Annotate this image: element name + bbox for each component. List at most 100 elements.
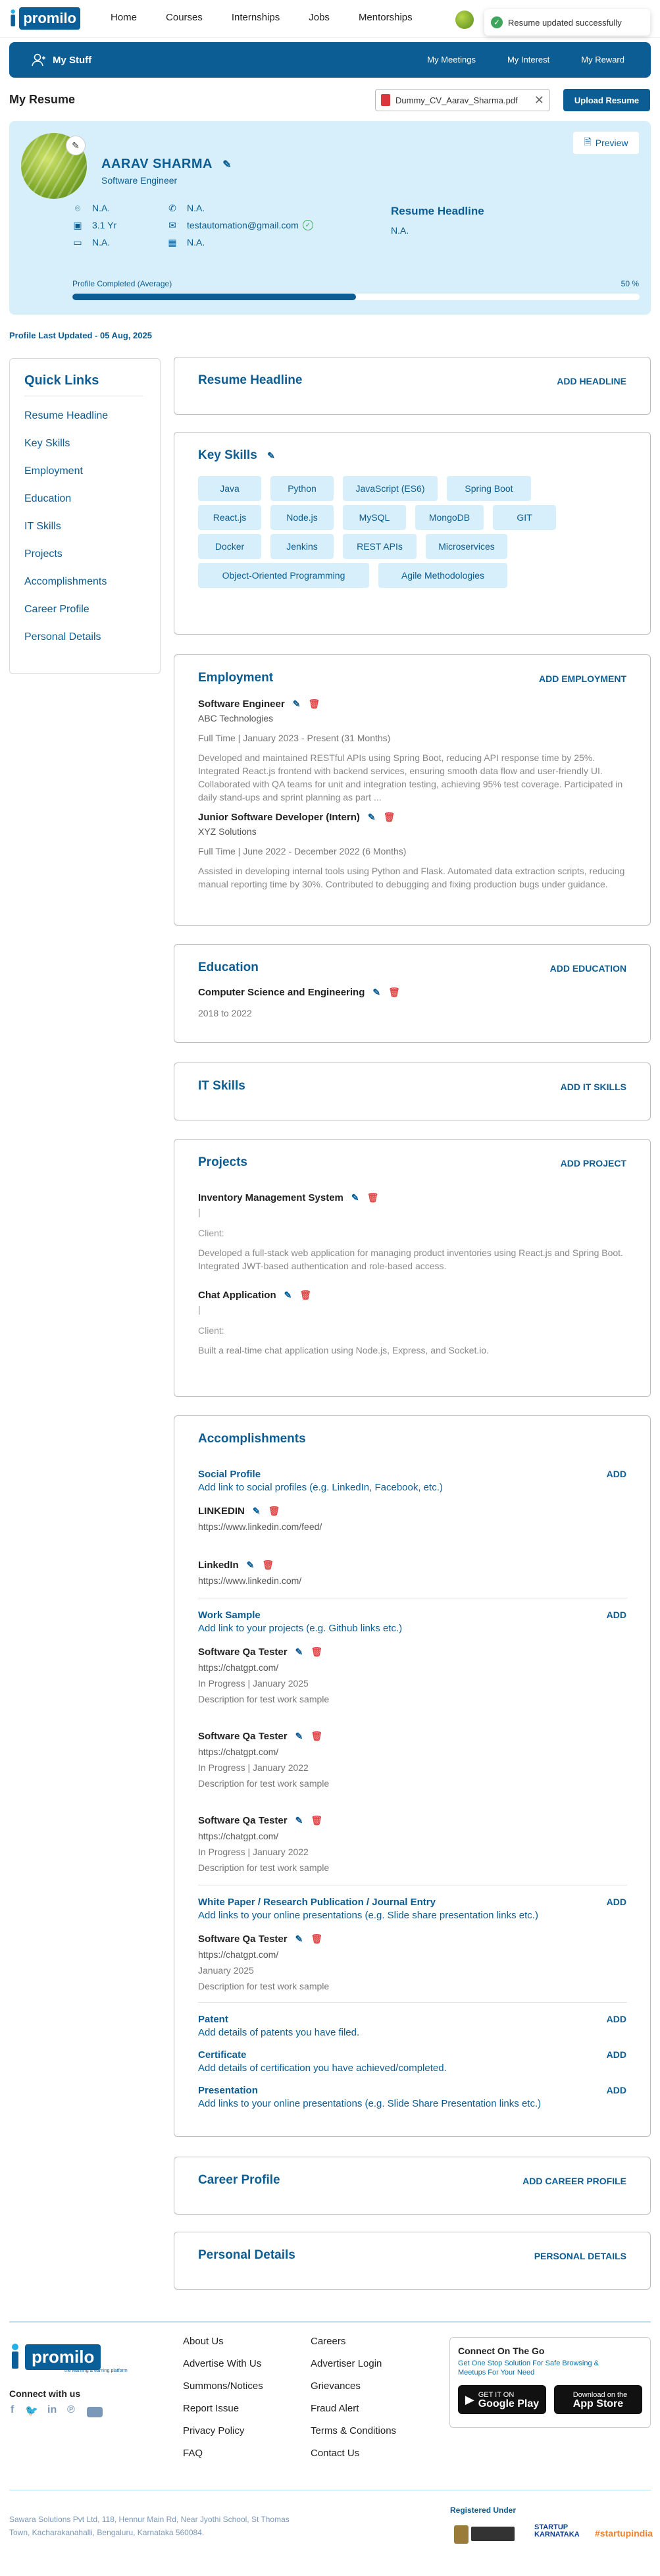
delete-icon[interactable]: 🗑 xyxy=(367,1192,379,1203)
edit-icon[interactable]: ✎ xyxy=(295,1815,303,1826)
work-sample-url[interactable]: https://chatgpt.com/ xyxy=(198,1662,278,1673)
white-paper-url[interactable]: https://chatgpt.com/ xyxy=(198,1949,278,1960)
white-paper-hint: Add links to your online presentations (… xyxy=(198,1910,538,1921)
edit-icon[interactable]: ✎ xyxy=(293,698,301,710)
startupindia-logo: #startupindia xyxy=(595,2528,653,2538)
delete-icon[interactable]: 🗑 xyxy=(311,1815,322,1826)
add-patent-button[interactable]: ADD xyxy=(607,2014,626,2024)
add-work-sample-button[interactable]: ADD xyxy=(607,1610,626,1620)
footer-terms[interactable]: Terms & Conditions xyxy=(311,2425,396,2436)
footer-report-issue[interactable]: Report Issue xyxy=(183,2403,239,2414)
personal-details-button[interactable]: PERSONAL DETAILS xyxy=(534,2251,626,2261)
footer-careers[interactable]: Careers xyxy=(311,2336,345,2347)
quick-link-key-skills[interactable]: Key Skills xyxy=(24,438,70,450)
promilo-logo[interactable]: promilo xyxy=(9,4,80,33)
delete-icon[interactable]: 🗑 xyxy=(262,1560,274,1571)
add-white-paper-button[interactable]: ADD xyxy=(607,1897,626,1907)
link-my-reward[interactable]: My Reward xyxy=(581,55,624,65)
edit-icon[interactable]: ✎ xyxy=(247,1560,255,1571)
edit-icon[interactable]: ✎ xyxy=(284,1290,292,1301)
delete-icon[interactable]: 🗑 xyxy=(388,987,400,998)
social-profile-url[interactable]: https://www.linkedin.com/feed/ xyxy=(198,1521,322,1532)
google-play-button[interactable]: ▶ GET IT ON Google Play xyxy=(458,2385,546,2414)
youtube-icon[interactable] xyxy=(87,2407,103,2417)
footer-contact-us[interactable]: Contact Us xyxy=(311,2448,359,2459)
edit-icon[interactable]: ✎ xyxy=(372,987,380,998)
social-profile-url[interactable]: https://www.linkedin.com/ xyxy=(198,1575,301,1586)
remove-file-icon[interactable]: ✕ xyxy=(534,93,544,107)
delete-icon[interactable]: 🗑 xyxy=(384,812,395,823)
quick-link-it-skills[interactable]: IT Skills xyxy=(24,521,61,533)
add-employment-button[interactable]: ADD EMPLOYMENT xyxy=(539,673,626,684)
delete-icon[interactable]: 🗑 xyxy=(311,1646,322,1658)
nav-home[interactable]: Home xyxy=(111,12,137,23)
quick-link-education[interactable]: Education xyxy=(24,493,71,505)
nav-mentorships[interactable]: Mentorships xyxy=(359,12,413,23)
profile-completion-fill xyxy=(72,294,356,300)
social-profile-item: LinkedIn ✎ 🗑 xyxy=(198,1560,274,1571)
quick-link-career-profile[interactable]: Career Profile xyxy=(24,604,89,616)
edit-photo-icon[interactable]: ✎ xyxy=(66,136,86,155)
work-sample-item: Software Qa Tester ✎ 🗑 xyxy=(198,1646,322,1658)
nav-courses[interactable]: Courses xyxy=(166,12,203,23)
delete-icon[interactable]: 🗑 xyxy=(308,698,320,710)
upload-resume-button[interactable]: Upload Resume xyxy=(563,89,650,111)
add-social-profile-button[interactable]: ADD xyxy=(607,1469,626,1479)
facebook-icon[interactable]: f xyxy=(11,2404,14,2416)
quick-link-accomplishments[interactable]: Accomplishments xyxy=(24,576,107,588)
app-store-button[interactable]: Download on the App Store xyxy=(554,2385,642,2414)
add-it-skills-button[interactable]: ADD IT SKILLS xyxy=(561,1082,626,1092)
edit-skills-icon[interactable]: ✎ xyxy=(267,450,275,461)
work-sample-url[interactable]: https://chatgpt.com/ xyxy=(198,1831,278,1841)
footer-summons[interactable]: Summons/Notices xyxy=(183,2380,263,2392)
skill-chip: Agile Methodologies xyxy=(378,563,507,588)
footer-about-us[interactable]: About Us xyxy=(183,2336,224,2347)
link-my-interest[interactable]: My Interest xyxy=(507,55,549,65)
add-career-profile-button[interactable]: ADD CAREER PROFILE xyxy=(522,2176,626,2186)
key-skills-title-text: Key Skills xyxy=(198,448,257,462)
briefcase-icon: ▣ xyxy=(73,219,82,230)
add-project-button[interactable]: ADD PROJECT xyxy=(561,1158,626,1169)
resume-file-chip[interactable]: Dummy_CV_Aarav_Sharma.pdf ✕ xyxy=(375,89,550,111)
footer-privacy-policy[interactable]: Privacy Policy xyxy=(183,2425,244,2436)
add-presentation-button[interactable]: ADD xyxy=(607,2085,626,2095)
work-sample-url[interactable]: https://chatgpt.com/ xyxy=(198,1747,278,1757)
pinterest-icon[interactable]: ℗ xyxy=(67,2404,75,2416)
edit-icon[interactable]: ✎ xyxy=(253,1506,261,1517)
quick-link-projects[interactable]: Projects xyxy=(24,548,63,560)
link-my-meetings[interactable]: My Meetings xyxy=(427,55,476,65)
footer-faq[interactable]: FAQ xyxy=(183,2448,203,2459)
job-title-text: Software Engineer xyxy=(198,698,285,710)
user-avatar[interactable] xyxy=(455,11,474,29)
it-skills-title: IT Skills xyxy=(198,1079,245,1093)
add-certificate-button[interactable]: ADD xyxy=(607,2049,626,2060)
quick-link-employment[interactable]: Employment xyxy=(24,465,83,477)
edit-icon[interactable]: ✎ xyxy=(295,1731,303,1742)
nav-internships[interactable]: Internships xyxy=(232,12,280,23)
quick-link-personal-details[interactable]: Personal Details xyxy=(24,631,101,643)
footer-advertise[interactable]: Advertise With Us xyxy=(183,2358,261,2369)
delete-icon[interactable]: 🗑 xyxy=(299,1290,311,1301)
edit-icon[interactable]: ✎ xyxy=(368,812,376,823)
nav-jobs[interactable]: Jobs xyxy=(309,12,330,23)
my-stuff-title[interactable]: My Stuff xyxy=(32,53,91,66)
preview-button[interactable]: 🗎 Preview xyxy=(573,132,639,154)
delete-icon[interactable]: 🗑 xyxy=(311,1933,322,1945)
footer-advertiser-login[interactable]: Advertiser Login xyxy=(311,2358,382,2369)
quick-link-resume-headline[interactable]: Resume Headline xyxy=(24,410,108,422)
delete-icon[interactable]: 🗑 xyxy=(268,1506,280,1517)
experience-value: 3.1 Yr xyxy=(92,220,117,230)
linkedin-icon[interactable]: in xyxy=(47,2404,57,2416)
key-skills-title: Key Skills ✎ xyxy=(198,448,275,463)
add-headline-button[interactable]: ADD HEADLINE xyxy=(557,376,626,386)
edit-icon[interactable]: ✎ xyxy=(351,1192,359,1203)
footer-grievances[interactable]: Grievances xyxy=(311,2380,361,2392)
delete-icon[interactable]: 🗑 xyxy=(311,1731,322,1742)
twitter-icon[interactable]: 🐦 xyxy=(25,2404,38,2417)
footer-fraud-alert[interactable]: Fraud Alert xyxy=(311,2403,359,2414)
job-description: Developed and maintained RESTful APIs us… xyxy=(198,752,623,802)
edit-icon[interactable]: ✎ xyxy=(295,1933,303,1945)
edit-icon[interactable]: ✎ xyxy=(295,1646,303,1658)
add-education-button[interactable]: ADD EDUCATION xyxy=(550,963,626,974)
edit-name-icon[interactable]: ✎ xyxy=(222,159,232,171)
